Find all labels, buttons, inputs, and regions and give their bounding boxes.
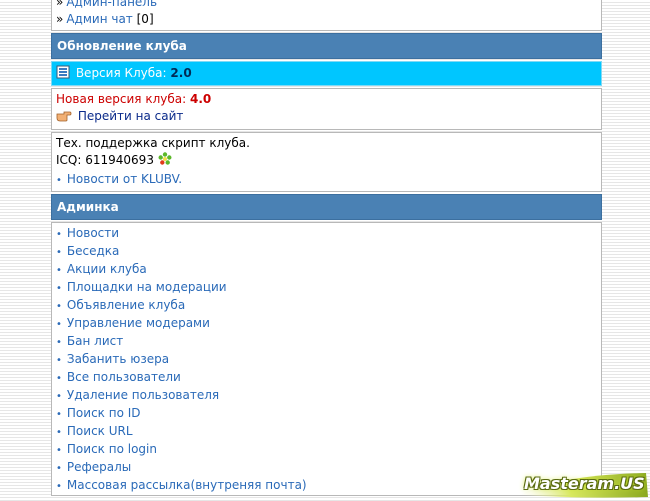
admin-link-gazebo[interactable]: Беседка bbox=[67, 244, 120, 258]
admin-panel-link[interactable]: Админ-панель bbox=[66, 0, 157, 9]
top-links-box: » Админ-панель » Админ чат [0] bbox=[51, 0, 602, 31]
admin-link-all-users[interactable]: Все пользователи bbox=[67, 370, 181, 384]
new-version-value: 4.0 bbox=[189, 92, 212, 106]
bullet-icon: • bbox=[56, 445, 62, 456]
admin-menu-item: • Площадки на модерации bbox=[56, 279, 597, 297]
bullet-icon: • bbox=[56, 175, 62, 186]
admin-menu-item: • Массовая рассылка(внутреняя почта) bbox=[56, 477, 597, 495]
admin-link-mass-mailing[interactable]: Массовая рассылка(внутреняя почта) bbox=[67, 478, 307, 492]
admin-menu-item: • Все пользователи bbox=[56, 369, 597, 387]
klubv-news-row: • Новости от KLUBV. bbox=[56, 171, 597, 189]
icq-label: ICQ: bbox=[56, 153, 82, 167]
bullet-icon: • bbox=[56, 247, 62, 258]
admin-link-news[interactable]: Новости bbox=[67, 226, 119, 240]
bullet-icon: • bbox=[56, 391, 62, 402]
admin-chat-link[interactable]: Админ чат bbox=[66, 12, 132, 26]
admin-menu-item: • Поиск по ID bbox=[56, 405, 597, 423]
bullet-icon: • bbox=[56, 301, 62, 312]
go-to-site-row: Перейти на сайт bbox=[56, 108, 597, 127]
admin-menu-item: • Поиск URL bbox=[56, 423, 597, 441]
admin-section-header: Админка bbox=[51, 194, 602, 220]
klubv-news-link[interactable]: Новости от KLUBV. bbox=[67, 172, 182, 186]
admin-menu-item: • Поиск по login bbox=[56, 441, 597, 459]
admin-menu-item: • Новости bbox=[56, 225, 597, 243]
admin-menu-item: • Бан лист bbox=[56, 333, 597, 351]
admin-panel-row: » Админ-панель bbox=[56, 0, 597, 11]
bullet-icon: • bbox=[56, 463, 62, 474]
watermark-text: Masteram.US bbox=[524, 474, 645, 493]
new-version-box: Новая версия клуба: 4.0 Перейти на сайт bbox=[51, 88, 602, 130]
version-value: 2.0 bbox=[170, 66, 192, 80]
bullet-icon: • bbox=[56, 337, 62, 348]
version-label: Версия Клуба: bbox=[75, 66, 167, 80]
admin-menu-box: • Новости • Беседка • Акции клуба • Площадки… bbox=[51, 222, 602, 496]
admin-link-ban-list[interactable]: Бан лист bbox=[67, 334, 123, 348]
bullet-icon: • bbox=[56, 229, 62, 240]
admin-chat-count: [0] bbox=[136, 12, 154, 26]
main-column: » Админ-панель » Админ чат [0] Обновление … bbox=[51, 0, 602, 498]
admin-link-manage-moderators[interactable]: Управление модерами bbox=[67, 316, 210, 330]
bullet-icon: • bbox=[56, 319, 62, 330]
bullet-icon: • bbox=[56, 373, 62, 384]
admin-menu-item: • Беседка bbox=[56, 243, 597, 261]
bullet-icon: • bbox=[56, 355, 62, 366]
admin-menu-item: • Объявление клуба bbox=[56, 297, 597, 315]
version-bar: Версия Клуба: 2.0 bbox=[51, 61, 602, 86]
admin-link-club-promotions[interactable]: Акции клуба bbox=[67, 262, 147, 276]
new-version-label: Новая версия клуба: bbox=[56, 92, 187, 106]
admin-menu-item: • Удаление пользователя bbox=[56, 387, 597, 405]
icq-row: ICQ: 611940693 bbox=[56, 152, 597, 171]
bullet-icon: • bbox=[56, 265, 62, 276]
admin-link-search-login[interactable]: Поиск по login bbox=[67, 442, 157, 456]
admin-link-sites-moderation[interactable]: Площадки на модерации bbox=[67, 280, 227, 294]
bullet-icon: • bbox=[56, 481, 62, 492]
admin-link-ban-user[interactable]: Забанить юзера bbox=[67, 352, 169, 366]
database-icon bbox=[56, 64, 70, 87]
admin-link-referrals[interactable]: Рефералы bbox=[67, 460, 131, 474]
support-box: Тех. поддержка скрипт клуба. ICQ: 611940… bbox=[51, 132, 602, 192]
admin-menu-item: • Управление модерами bbox=[56, 315, 597, 333]
bullet-icon: • bbox=[56, 427, 62, 438]
admin-chat-row: » Админ чат [0] bbox=[56, 11, 597, 28]
bullet-icon: • bbox=[56, 409, 62, 420]
admin-link-search-url[interactable]: Поиск URL bbox=[67, 424, 133, 438]
admin-link-search-id[interactable]: Поиск по ID bbox=[67, 406, 141, 420]
admin-menu-item: • Забанить юзера bbox=[56, 351, 597, 369]
admin-link-club-announcement[interactable]: Объявление клуба bbox=[67, 298, 185, 312]
icq-number: 611940693 bbox=[85, 153, 154, 167]
new-version-row: Новая версия клуба: 4.0 bbox=[56, 91, 597, 108]
support-text: Тех. поддержка скрипт клуба. bbox=[56, 136, 250, 150]
admin-menu-item: • Акции клуба bbox=[56, 261, 597, 279]
icq-flower-icon bbox=[158, 152, 172, 171]
admin-link-delete-user[interactable]: Удаление пользователя bbox=[67, 388, 219, 402]
masteram-watermark: Masteram.US bbox=[518, 469, 650, 501]
raquo-icon: » bbox=[56, 12, 64, 26]
go-to-site-link[interactable]: Перейти на сайт bbox=[78, 109, 184, 123]
bullet-icon: • bbox=[56, 283, 62, 294]
admin-menu-item: • Рефералы bbox=[56, 459, 597, 477]
pointing-hand-icon bbox=[56, 110, 72, 127]
raquo-icon: » bbox=[56, 0, 64, 9]
update-section-header: Обновление клуба bbox=[51, 33, 602, 59]
